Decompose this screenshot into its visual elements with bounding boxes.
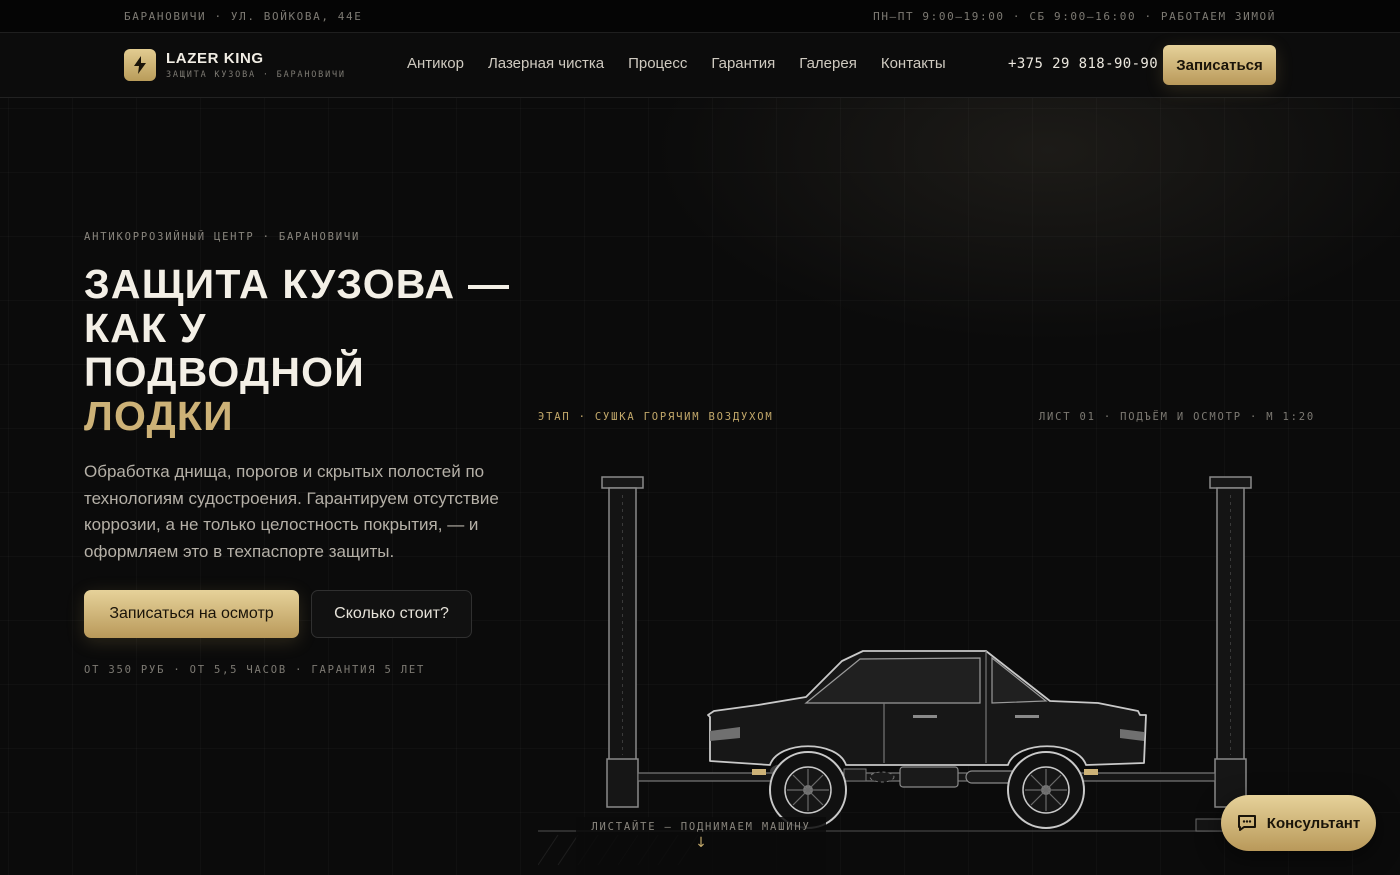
- hero-stats: ОТ 350 РУБ · ОТ 5,5 ЧАСОВ · ГАРАНТИЯ 5 Л…: [84, 664, 426, 676]
- hero-title-line-2: КАК У: [84, 305, 207, 351]
- nav-item-gallery[interactable]: Галерея: [799, 55, 857, 72]
- consultant-chat-button[interactable]: Консультант: [1221, 795, 1376, 851]
- phone-link[interactable]: +375 29 818-90-90: [1008, 56, 1158, 72]
- logo-lightning-icon[interactable]: [124, 49, 156, 81]
- consultant-label: Консультант: [1266, 814, 1361, 832]
- sheet-label: ЛИСТ 01 · ПОДЪЁМ И ОСМОТР · М 1:20: [1038, 411, 1315, 423]
- scroll-hint[interactable]: ЛИСТАЙТЕ — ПОДНИМАЕМ МАШИНУ ↓: [576, 817, 826, 875]
- site-header: LAZER KING ЗАЩИТА КУЗОВА · БАРАНОВИЧИ Ан…: [0, 33, 1400, 98]
- hero-description: Обработка днища, порогов и скрытых полос…: [84, 462, 499, 561]
- nav-item-warranty[interactable]: Гарантия: [711, 55, 775, 72]
- brand-name[interactable]: LAZER KING: [166, 50, 264, 67]
- hero-title-accent: ЛОДКИ: [84, 393, 234, 439]
- nav-item-antikor[interactable]: Антикор: [407, 55, 464, 72]
- book-inspection-button[interactable]: Записаться на осмотр: [84, 590, 299, 638]
- nav-item-contacts[interactable]: Контакты: [881, 55, 946, 72]
- background-glow: [620, 98, 1400, 358]
- chat-icon: [1237, 815, 1256, 831]
- arrow-down-icon: ↓: [695, 835, 707, 851]
- hero-title: ЗАЩИТА КУЗОВА — КАК У ПОДВОДНОЙ ЛОДКИ: [84, 262, 544, 438]
- pricing-button[interactable]: Сколько стоит?: [311, 590, 472, 638]
- address-text: БАРАНОВИЧИ · УЛ. ВОЙКОВА, 44Е: [124, 10, 363, 23]
- hero-title-line-1: ЗАЩИТА КУЗОВА —: [84, 261, 511, 307]
- nav-item-process[interactable]: Процесс: [628, 55, 687, 72]
- header-signup-button[interactable]: Записаться: [1163, 45, 1276, 85]
- hero-eyebrow: АНТИКОРРОЗИЙНЫЙ ЦЕНТР · БАРАНОВИЧИ: [84, 231, 361, 243]
- scroll-hint-text: ЛИСТАЙТЕ — ПОДНИМАЕМ МАШИНУ: [591, 821, 811, 833]
- hero-title-line-3: ПОДВОДНОЙ: [84, 349, 365, 395]
- stage-label: ЭТАП · СУШКА ГОРЯЧИМ ВОЗДУХОМ: [538, 411, 774, 423]
- top-info-bar: БАРАНОВИЧИ · УЛ. ВОЙКОВА, 44Е ПН–ПТ 9:00…: [0, 0, 1400, 33]
- nav-item-laser-cleaning[interactable]: Лазерная чистка: [488, 55, 604, 72]
- main-nav: Антикор Лазерная чистка Процесс Гарантия…: [407, 55, 946, 72]
- car-lift-illustration: [538, 476, 1338, 866]
- working-hours-text: ПН–ПТ 9:00–19:00 · СБ 9:00–16:00 · РАБОТ…: [873, 10, 1276, 23]
- brand-tagline: ЗАЩИТА КУЗОВА · БАРАНОВИЧИ: [166, 70, 346, 80]
